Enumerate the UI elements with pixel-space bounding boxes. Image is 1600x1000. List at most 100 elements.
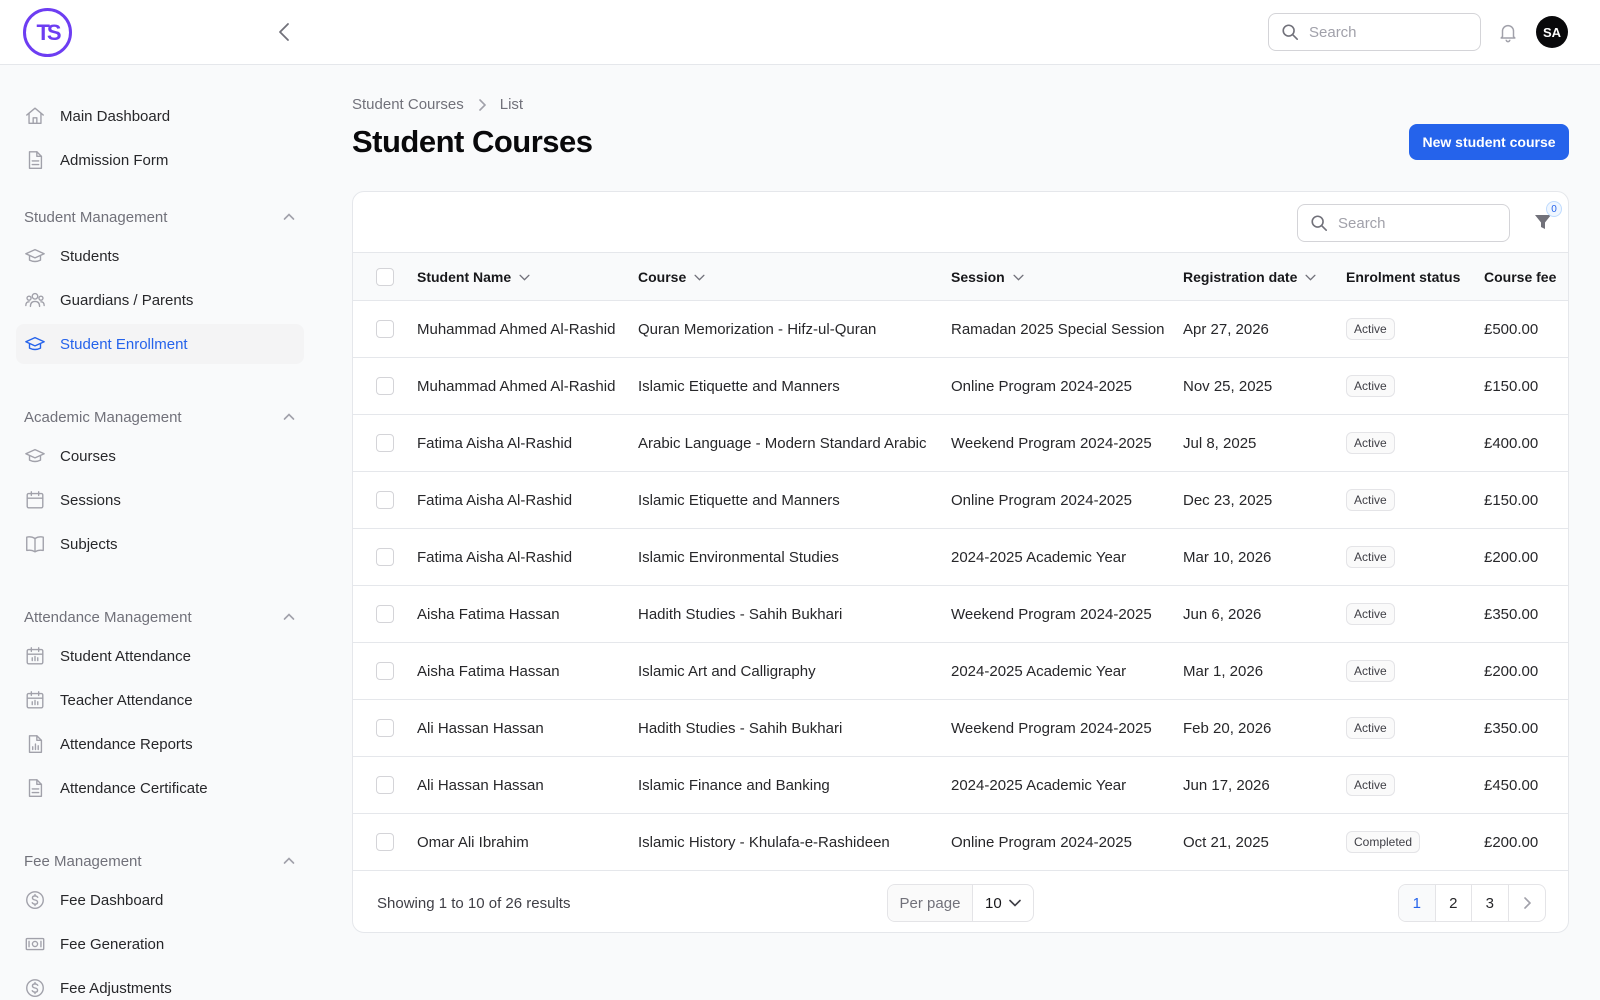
row-checkbox[interactable] [376, 833, 394, 851]
sidebar-group-label: Attendance Management [24, 608, 192, 626]
row-checkbox[interactable] [376, 719, 394, 737]
row-checkbox[interactable] [376, 548, 394, 566]
column-header-session[interactable]: Session [951, 253, 1024, 301]
chevron-up-icon [282, 410, 296, 424]
per-page-select[interactable]: Per page 10 [887, 884, 1034, 922]
page-2-button[interactable]: 2 [1436, 885, 1472, 921]
cell-course-fee: £150.00 [1484, 377, 1539, 395]
cell-registration-date: Mar 1, 2026 [1183, 662, 1264, 680]
next-page-button[interactable] [1509, 885, 1545, 921]
collapse-sidebar-button[interactable] [274, 20, 294, 44]
graduation-cap-icon [24, 333, 46, 355]
cell-course: Islamic History - Khulafa-e-Rashideen [638, 833, 890, 851]
row-checkbox[interactable] [376, 491, 394, 509]
column-header-label: Course [638, 269, 687, 285]
sidebar-item-sessions[interactable]: Sessions [16, 480, 304, 520]
cell-course: Quran Memorization - Hifz-ul-Quran [638, 320, 877, 338]
cell-session: 2024-2025 Academic Year [951, 776, 1127, 794]
page-1-button[interactable]: 1 [1399, 885, 1436, 921]
sidebar-item-subjects[interactable]: Subjects [16, 524, 304, 564]
sidebar-group-fee-management[interactable]: Fee Management [24, 849, 296, 873]
cell-registration-date: Jun 17, 2026 [1183, 776, 1270, 794]
sidebar-item-courses[interactable]: Courses [16, 436, 304, 476]
per-page-dropdown[interactable]: 10 [973, 885, 1033, 921]
notifications-button[interactable] [1497, 21, 1519, 43]
row-checkbox[interactable] [376, 776, 394, 794]
cell-registration-date: Dec 23, 2025 [1183, 491, 1273, 509]
table-row[interactable]: Fatima Aisha Al-Rashid Islamic Environmen… [353, 529, 1568, 586]
cell-course: Arabic Language - Modern Standard Arabic [638, 434, 927, 452]
student-courses-table-card: 0 Student Name Course Session Registration … [352, 191, 1569, 933]
chevron-left-icon [279, 23, 289, 41]
table-row[interactable]: Muhammad Ahmed Al-Rashid Islamic Etiquett… [353, 358, 1568, 415]
new-student-course-button[interactable]: New student course [1409, 124, 1569, 160]
sidebar-item-label: Admission Form [60, 151, 169, 169]
document-icon [24, 777, 46, 799]
sidebar-group-academic-management[interactable]: Academic Management [24, 405, 296, 429]
app-logo[interactable]: TS [23, 8, 72, 57]
sidebar-item-label: Teacher Attendance [60, 691, 193, 709]
row-checkbox[interactable] [376, 434, 394, 452]
table-search-input[interactable] [1338, 214, 1488, 232]
breadcrumb-parent[interactable]: Student Courses [352, 96, 464, 113]
sidebar-item-main-dashboard[interactable]: Main Dashboard [16, 96, 304, 136]
sidebar-item-teacher-attendance[interactable]: Teacher Attendance [16, 680, 304, 720]
sidebar-item-student-attendance[interactable]: Student Attendance [16, 636, 304, 676]
users-icon [24, 289, 46, 311]
chevron-down-icon [1305, 274, 1316, 281]
cell-session: Weekend Program 2024-2025 [951, 605, 1152, 623]
table-row[interactable]: Aisha Fatima Hassan Hadith Studies - Sahi… [353, 586, 1568, 643]
sidebar-item-fee-dashboard[interactable]: Fee Dashboard [16, 880, 304, 920]
row-checkbox[interactable] [376, 377, 394, 395]
sidebar-item-label: Subjects [60, 535, 118, 553]
table-row[interactable]: Fatima Aisha Al-Rashid Arabic Language - … [353, 415, 1568, 472]
row-checkbox[interactable] [376, 662, 394, 680]
column-header-student-name[interactable]: Student Name [417, 253, 530, 301]
table-row[interactable]: Muhammad Ahmed Al-Rashid Quran Memorizati… [353, 301, 1568, 358]
cell-registration-date: Apr 27, 2026 [1183, 320, 1269, 338]
sidebar-item-attendance-reports[interactable]: Attendance Reports [16, 724, 304, 764]
sidebar-item-fee-generation[interactable]: Fee Generation [16, 924, 304, 964]
sidebar-item-fee-adjustments[interactable]: Fee Adjustments [16, 968, 304, 1000]
cell-course-fee: £200.00 [1484, 833, 1539, 851]
sidebar-group-student-management[interactable]: Student Management [24, 205, 296, 229]
search-icon [1282, 24, 1299, 41]
cell-enrolment-status: Active [1346, 472, 1395, 528]
sidebar-item-student-enrollment[interactable]: Student Enrollment [16, 324, 304, 364]
status-badge: Active [1346, 318, 1395, 340]
page-3-button[interactable]: 3 [1472, 885, 1509, 921]
cell-registration-date: Nov 25, 2025 [1183, 377, 1273, 395]
breadcrumb-current: List [499, 96, 524, 113]
status-badge: Active [1346, 774, 1395, 796]
status-badge: Active [1346, 375, 1395, 397]
select-all-checkbox[interactable] [376, 268, 394, 286]
table-row[interactable]: Omar Ali Ibrahim Islamic History - Khulaf… [353, 814, 1568, 871]
row-checkbox[interactable] [376, 605, 394, 623]
cell-session: Ramadan 2025 Special Session [951, 320, 1165, 338]
sidebar-item-label: Student Enrollment [60, 335, 188, 353]
sidebar-item-guardians-parents[interactable]: Guardians / Parents [16, 280, 304, 320]
table-row[interactable]: Aisha Fatima Hassan Islamic Art and Calli… [353, 643, 1568, 700]
table-row[interactable]: Ali Hassan Hassan Hadith Studies - Sahih … [353, 700, 1568, 757]
table-row[interactable]: Ali Hassan Hassan Islamic Finance and Ban… [353, 757, 1568, 814]
column-header-registration-date[interactable]: Registration date [1183, 253, 1316, 301]
cell-registration-date: Mar 10, 2026 [1183, 548, 1272, 566]
cell-course-fee: £450.00 [1484, 776, 1539, 794]
sidebar-item-attendance-certificate[interactable]: Attendance Certificate [16, 768, 304, 808]
sidebar-group-attendance-management[interactable]: Attendance Management [24, 605, 296, 629]
cell-course-fee: £150.00 [1484, 491, 1539, 509]
row-checkbox[interactable] [376, 320, 394, 338]
sidebar-item-admission-form[interactable]: Admission Form [16, 140, 304, 180]
table-row[interactable]: Fatima Aisha Al-Rashid Islamic Etiquette … [353, 472, 1568, 529]
chevron-down-icon [694, 274, 705, 281]
global-search-input[interactable] [1309, 23, 1459, 41]
cell-enrolment-status: Active [1346, 757, 1395, 813]
table-search[interactable] [1297, 204, 1510, 242]
global-search[interactable] [1268, 13, 1481, 51]
user-avatar[interactable]: SA [1536, 16, 1568, 48]
cell-registration-date: Oct 21, 2025 [1183, 833, 1269, 851]
sidebar-item-students[interactable]: Students [16, 236, 304, 276]
cell-student-name: Aisha Fatima Hassan [417, 605, 560, 623]
column-header-course[interactable]: Course [638, 253, 705, 301]
cell-enrolment-status: Active [1346, 301, 1395, 357]
